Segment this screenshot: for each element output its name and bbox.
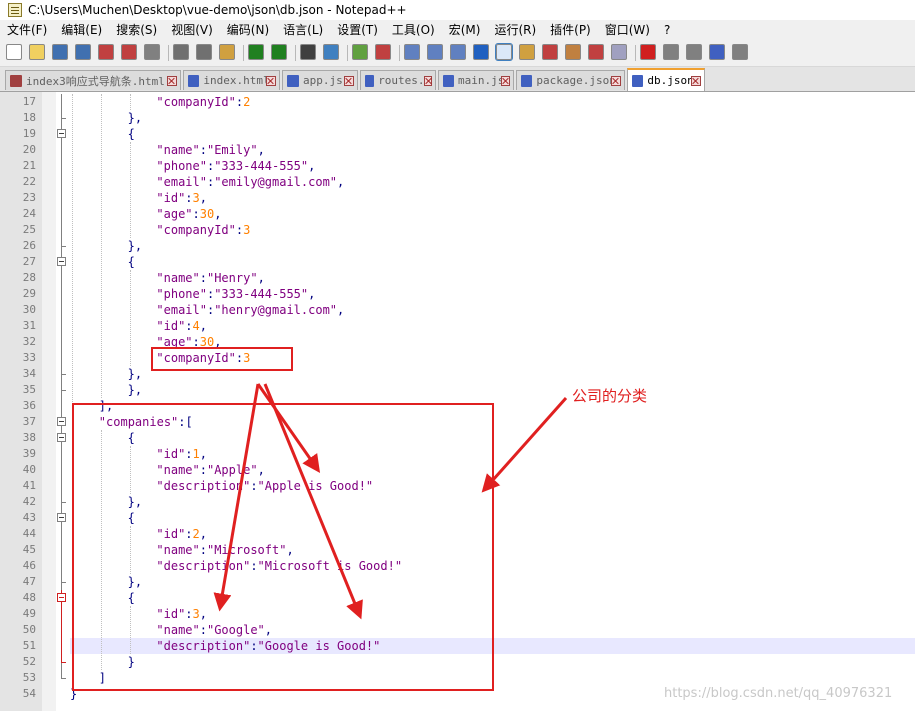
arrow-to-companies [481,397,568,493]
arrow-to-apple [256,383,321,473]
watermark: https://blog.csdn.net/qq_40976321 [664,686,893,701]
arrow-to-google [263,383,363,620]
arrow-to-id-3 [213,383,260,612]
annotation-arrows [213,383,568,620]
